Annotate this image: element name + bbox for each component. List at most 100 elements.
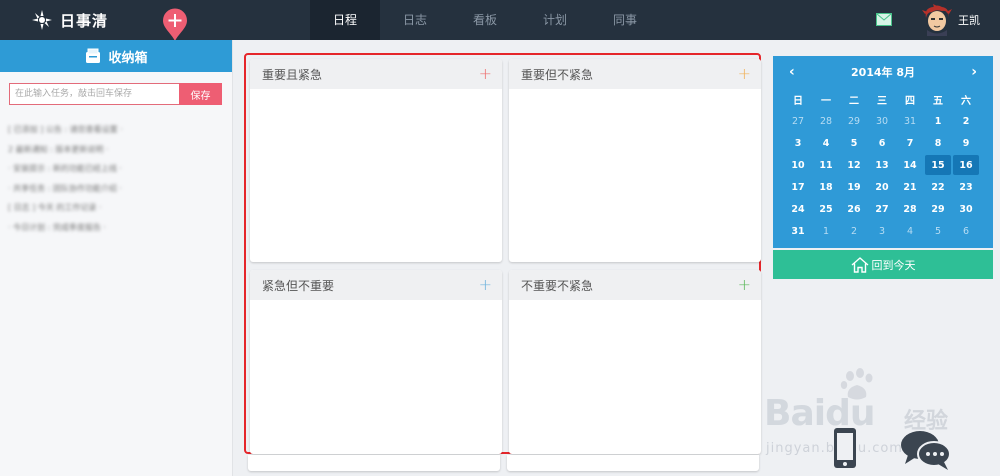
quadrant-important-urgent[interactable]: 重要且紧急 + bbox=[250, 59, 502, 262]
calendar-day[interactable]: 24 bbox=[784, 198, 812, 220]
list-item[interactable]: · 安装提示 : 新的功能已经上线 · bbox=[0, 159, 233, 179]
calendar-day[interactable]: 1 bbox=[812, 220, 840, 242]
app-name: 日事清 bbox=[60, 11, 109, 30]
calendar-day[interactable]: 20 bbox=[868, 176, 896, 198]
calendar-day[interactable]: 27 bbox=[784, 110, 812, 132]
quadrant-header: 不重要不紧急 + bbox=[509, 270, 761, 300]
quadrant-title: 不重要不紧急 bbox=[521, 278, 594, 293]
list-item[interactable]: [ 日志 ] 今天 的工作记录 · bbox=[0, 198, 233, 218]
save-button[interactable]: 保存 bbox=[179, 83, 222, 105]
calendar-day[interactable]: 3 bbox=[868, 220, 896, 242]
list-item[interactable]: · 今日计划 : 完成季度报告 · bbox=[0, 218, 233, 238]
priority-board: 重要且紧急 + 重要但不紧急 + 紧急但不重要 + 不重要不紧急 + bbox=[244, 53, 761, 454]
tab-kanban[interactable]: 看板 bbox=[450, 0, 520, 40]
calendar-day[interactable]: 5 bbox=[840, 132, 868, 154]
calendar-day[interactable]: 15 bbox=[925, 155, 951, 175]
calendar-day[interactable]: 12 bbox=[840, 154, 868, 176]
add-icon[interactable]: + bbox=[738, 277, 751, 293]
back-to-today-button[interactable]: 回到今天 bbox=[773, 250, 993, 279]
phone-icon bbox=[834, 428, 856, 468]
chevron-left-icon[interactable]: ‹ bbox=[789, 64, 795, 80]
calendar-day[interactable]: 16 bbox=[953, 155, 979, 175]
calendar-day[interactable]: 2 bbox=[952, 110, 980, 132]
calendar-day[interactable]: 6 bbox=[952, 220, 980, 242]
tab-schedule[interactable]: 日程 bbox=[310, 0, 380, 40]
back-to-today-label: 回到今天 bbox=[871, 258, 916, 272]
calendar-day[interactable]: 14 bbox=[896, 154, 924, 176]
calendar-day[interactable]: 4 bbox=[812, 132, 840, 154]
list-item[interactable]: · 共享任务 : 团队协作功能介绍 · bbox=[0, 179, 233, 199]
quadrant-title: 重要但不紧急 bbox=[521, 67, 594, 82]
calendar-day[interactable]: 4 bbox=[896, 220, 924, 242]
quadrant-urgent-not-important[interactable]: 紧急但不重要 + bbox=[250, 270, 502, 454]
weekday-label: 三 bbox=[877, 95, 887, 107]
baidu-watermark: Baidu 经验 jingyan.baidu.com bbox=[760, 365, 1000, 476]
inbox-sidebar: 收纳箱 保存 [ 已添加 ] 公告 : 请您查看设置 · 2 最新通知 : 版本… bbox=[0, 40, 233, 476]
calendar-day[interactable]: 8 bbox=[924, 132, 952, 154]
quadrant-title: 重要且紧急 bbox=[262, 67, 323, 82]
quadrant-header: 紧急但不重要 + bbox=[250, 270, 502, 300]
calendar-day[interactable]: 13 bbox=[868, 154, 896, 176]
task-input[interactable] bbox=[9, 83, 179, 105]
user-name: 王凯 bbox=[958, 14, 980, 27]
calendar-month-title: 2014年 8月 bbox=[850, 66, 916, 79]
calendar-day[interactable]: 27 bbox=[868, 198, 896, 220]
quadrant-header: 重要但不紧急 + bbox=[509, 59, 761, 89]
calendar-day[interactable]: 28 bbox=[896, 198, 924, 220]
inbox-icon bbox=[86, 48, 101, 63]
weekday-label: 六 bbox=[961, 95, 971, 107]
calendar-day[interactable]: 21 bbox=[896, 176, 924, 198]
calendar-day[interactable]: 29 bbox=[840, 110, 868, 132]
tab-plan[interactable]: 计划 bbox=[520, 0, 590, 40]
quadrant-overflow bbox=[248, 455, 500, 471]
calendar-day[interactable]: 1 bbox=[924, 110, 952, 132]
list-item[interactable]: 2 最新通知 : 版本更新说明 · bbox=[0, 140, 233, 160]
app-logo[interactable]: 日事清 bbox=[28, 8, 108, 32]
user-menu[interactable]: 王凯 bbox=[922, 4, 980, 36]
weekday-label: 日 bbox=[793, 95, 803, 107]
mail-icon[interactable] bbox=[876, 13, 892, 26]
calendar-header: ‹ 2014年 8月 › bbox=[773, 56, 993, 88]
add-icon[interactable]: + bbox=[479, 66, 492, 82]
calendar-day[interactable]: 18 bbox=[812, 176, 840, 198]
calendar-day[interactable]: 31 bbox=[784, 220, 812, 242]
calendar-day[interactable]: 26 bbox=[840, 198, 868, 220]
inbox-header: 收纳箱 bbox=[0, 40, 232, 72]
quadrant-header: 重要且紧急 + bbox=[250, 59, 502, 89]
quadrant-not-important-not-urgent[interactable]: 不重要不紧急 + bbox=[509, 270, 761, 454]
mini-calendar: ‹ 2014年 8月 › 日一二三四五六 27 28 29 30 31 1 2 3 4 5 6 7 8 9 1… bbox=[773, 56, 993, 248]
calendar-day[interactable]: 3 bbox=[784, 132, 812, 154]
calendar-day[interactable]: 30 bbox=[868, 110, 896, 132]
calendar-day[interactable]: 2 bbox=[840, 220, 868, 242]
calendar-day[interactable]: 22 bbox=[924, 176, 952, 198]
add-icon[interactable]: + bbox=[738, 66, 751, 82]
tab-log[interactable]: 日志 bbox=[380, 0, 450, 40]
watermark-url: jingyan.baidu.com bbox=[766, 441, 903, 456]
calendar-day[interactable]: 9 bbox=[952, 132, 980, 154]
calendar-day[interactable]: 25 bbox=[812, 198, 840, 220]
calendar-day[interactable]: 7 bbox=[896, 132, 924, 154]
watermark-brand: Baidu bbox=[764, 393, 875, 434]
calendar-day[interactable]: 17 bbox=[784, 176, 812, 198]
calendar-day[interactable]: 11 bbox=[812, 154, 840, 176]
calendar-grid: 日一二三四五六 27 28 29 30 31 1 2 3 4 5 6 7 8 9 10 11 12 13 14 15 16… bbox=[784, 88, 993, 242]
list-item[interactable]: [ 已添加 ] 公告 : 请您查看设置 · bbox=[0, 120, 233, 140]
add-icon[interactable]: + bbox=[479, 277, 492, 293]
weekday-label: 五 bbox=[933, 95, 943, 107]
calendar-day[interactable]: 23 bbox=[952, 176, 980, 198]
tab-colleagues[interactable]: 同事 bbox=[590, 0, 660, 40]
avatar bbox=[922, 4, 952, 36]
calendar-day[interactable]: 6 bbox=[868, 132, 896, 154]
calendar-day[interactable]: 30 bbox=[952, 198, 980, 220]
quadrant-important-not-urgent[interactable]: 重要但不紧急 + bbox=[509, 59, 761, 262]
chevron-right-icon[interactable]: › bbox=[971, 64, 977, 80]
calendar-day[interactable]: 29 bbox=[924, 198, 952, 220]
calendar-day[interactable]: 5 bbox=[924, 220, 952, 242]
add-task-pin-icon[interactable] bbox=[162, 8, 188, 42]
paw-icon bbox=[840, 368, 873, 400]
calendar-day[interactable]: 19 bbox=[840, 176, 868, 198]
quadrant-title: 紧急但不重要 bbox=[262, 278, 335, 293]
calendar-day[interactable]: 10 bbox=[784, 154, 812, 176]
calendar-day[interactable]: 28 bbox=[812, 110, 840, 132]
calendar-day[interactable]: 31 bbox=[896, 110, 924, 132]
